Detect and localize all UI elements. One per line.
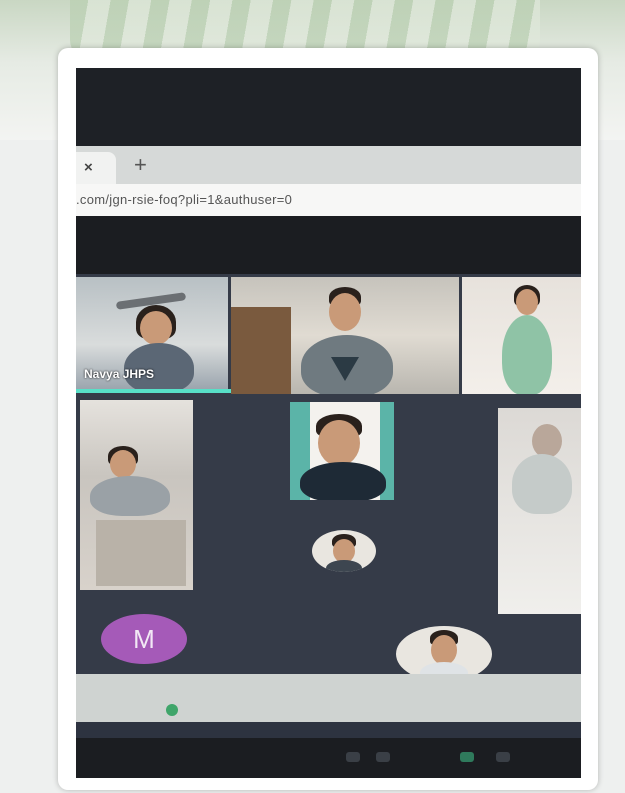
taskbar-app-icon[interactable]: [496, 752, 510, 762]
participant-face: [140, 311, 172, 345]
os-taskbar: [76, 738, 581, 778]
participant-body: [502, 315, 552, 394]
taskbar-app-icon[interactable]: [460, 752, 474, 762]
taskbar-app-icon[interactable]: [376, 752, 390, 762]
meeting-controls-bar: [76, 674, 581, 722]
participant-tile[interactable]: [231, 277, 459, 394]
participant-body: [326, 560, 362, 572]
status-indicator-icon[interactable]: [166, 704, 178, 716]
participant-tile[interactable]: [290, 402, 394, 500]
participant-tile[interactable]: Navya JHPS: [76, 277, 228, 390]
participant-body: [90, 476, 170, 516]
participant-face: [318, 420, 360, 466]
participant-name: Navya JHPS: [84, 367, 155, 381]
participant-face: [532, 424, 562, 458]
participant-body: [512, 454, 572, 514]
meeting-grid: Navya JHPS M: [76, 274, 581, 704]
browser-tab-strip: × +: [76, 146, 581, 184]
participant-avatar[interactable]: [312, 530, 376, 572]
plus-icon[interactable]: +: [134, 152, 147, 178]
meeting-header: [76, 216, 581, 274]
participant-initial-avatar[interactable]: M: [101, 614, 187, 664]
address-bar[interactable]: .com/jgn-rsie-foq?pli=1&authuser=0: [76, 184, 581, 217]
laptop-screen: × + .com/jgn-rsie-foq?pli=1&authuser=0 N…: [76, 68, 581, 778]
screen-bezel: [76, 68, 581, 146]
url-text[interactable]: .com/jgn-rsie-foq?pli=1&authuser=0: [76, 192, 292, 207]
shirt-graphic: [331, 357, 359, 381]
close-icon[interactable]: ×: [84, 159, 93, 176]
participant-face: [110, 450, 136, 478]
participant-face: [516, 289, 538, 315]
participant-tile[interactable]: [462, 277, 581, 394]
blanket: [96, 520, 186, 586]
participant-face: [431, 635, 457, 665]
browser-tab[interactable]: ×: [76, 152, 116, 184]
wooden-shelf: [231, 307, 291, 394]
participant-tile[interactable]: [498, 408, 581, 614]
participant-face: [329, 293, 361, 331]
speaking-indicator: [76, 389, 236, 393]
participant-body: [300, 462, 386, 500]
participant-tile[interactable]: [80, 400, 193, 590]
taskbar-app-icon[interactable]: [346, 752, 360, 762]
